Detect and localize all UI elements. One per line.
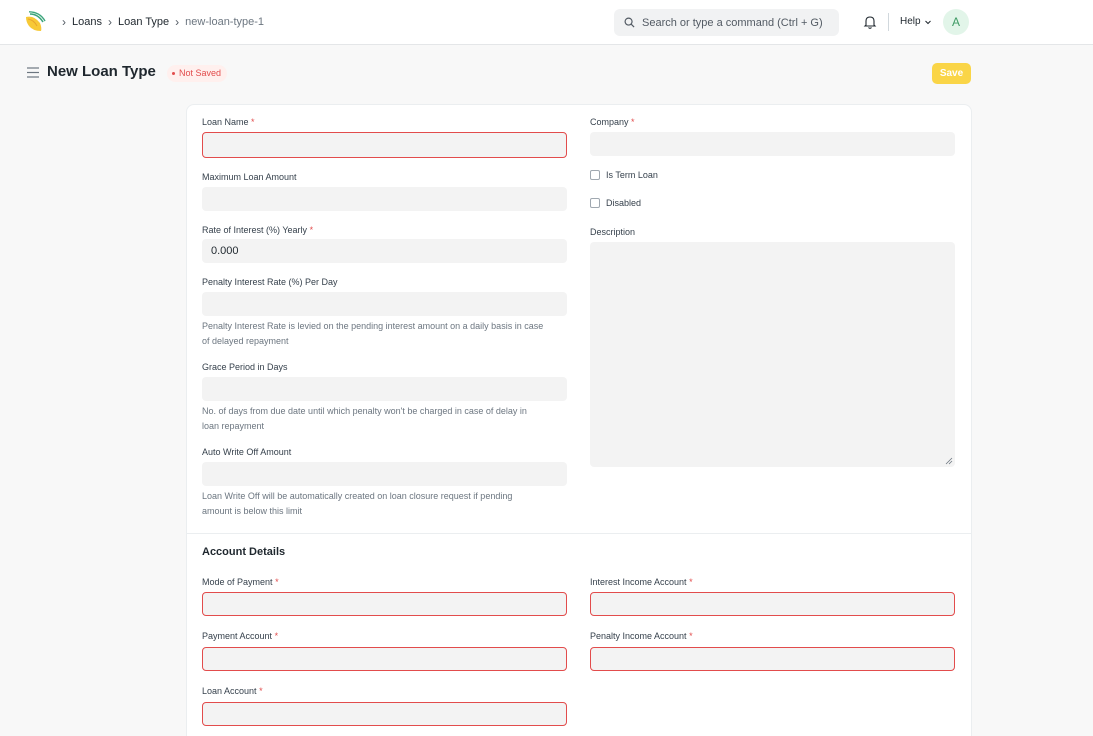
rate-of-interest-input[interactable]: 0.000 (202, 239, 567, 263)
auto-write-off-input[interactable] (202, 462, 567, 486)
hamburger-icon[interactable] (27, 67, 39, 78)
help-dropdown[interactable]: Help (900, 16, 932, 27)
status-badge: Not Saved (167, 65, 228, 82)
breadcrumb: › Loans › Loan Type › new-loan-type-1 (56, 15, 264, 29)
disabled-checkbox[interactable] (590, 198, 600, 208)
interest-income-account-label: Interest Income Account * (590, 577, 693, 587)
help-label: Help (900, 16, 921, 27)
loan-name-input[interactable] (202, 132, 567, 158)
search-icon (624, 17, 635, 28)
interest-income-account-input[interactable] (590, 592, 955, 616)
mode-of-payment-input[interactable] (202, 592, 567, 616)
rate-of-interest-label: Rate of Interest (%) Yearly * (202, 225, 314, 235)
grace-period-help: No. of days from due date until which pe… (202, 406, 527, 431)
search-placeholder: Search or type a command (Ctrl + G) (642, 16, 823, 29)
grace-period-label: Grace Period in Days (202, 362, 288, 372)
navbar-divider (888, 13, 889, 31)
penalty-interest-rate-label: Penalty Interest Rate (%) Per Day (202, 277, 338, 287)
chevron-down-icon (924, 20, 931, 24)
page-title: New Loan Type (47, 63, 156, 80)
description-label: Description (590, 227, 636, 237)
loan-account-label: Loan Account * (202, 686, 263, 696)
payment-account-input[interactable] (202, 647, 567, 671)
company-input[interactable] (590, 132, 955, 156)
loan-account-input[interactable] (202, 702, 567, 726)
breadcrumb-loans[interactable]: Loans (72, 16, 102, 28)
is-term-loan-label[interactable]: Is Term Loan (606, 170, 658, 180)
navbar: › Loans › Loan Type › new-loan-type-1 Se… (0, 0, 1093, 45)
bell-icon[interactable] (862, 14, 878, 30)
auto-write-off-label: Auto Write Off Amount (202, 447, 292, 457)
penalty-income-account-input[interactable] (590, 647, 955, 671)
chevron-right-icon: › (175, 15, 180, 29)
maximum-loan-amount-input[interactable] (202, 187, 567, 211)
disabled-label[interactable]: Disabled (606, 198, 641, 208)
account-details-title: Account Details (202, 546, 286, 558)
breadcrumb-current[interactable]: new-loan-type-1 (185, 16, 264, 28)
chevron-right-icon: › (62, 15, 66, 29)
breadcrumb-loan-type[interactable]: Loan Type (118, 16, 169, 28)
app-logo-icon[interactable] (24, 11, 46, 33)
payment-account-label: Payment Account * (202, 631, 279, 641)
avatar[interactable]: A (943, 9, 969, 35)
penalty-income-account-label: Penalty Income Account * (590, 631, 693, 641)
save-button[interactable]: Save (932, 63, 971, 84)
company-label: Company * (590, 117, 635, 127)
search-bar[interactable]: Search or type a command (Ctrl + G) (614, 9, 839, 36)
penalty-interest-rate-input[interactable] (202, 292, 567, 316)
description-textarea[interactable] (590, 242, 955, 467)
is-term-loan-checkbox[interactable] (590, 170, 600, 180)
loan-name-label: Loan Name * (202, 117, 255, 127)
grace-period-input[interactable] (202, 377, 567, 401)
chevron-right-icon: › (107, 15, 112, 29)
penalty-interest-rate-help: Penalty Interest Rate is levied on the p… (202, 321, 544, 346)
section-divider (187, 533, 971, 534)
mode-of-payment-label: Mode of Payment * (202, 577, 279, 587)
maximum-loan-amount-label: Maximum Loan Amount (202, 172, 297, 182)
resize-grip-icon[interactable] (945, 457, 953, 465)
auto-write-off-help: Loan Write Off will be automatically cre… (202, 491, 513, 516)
